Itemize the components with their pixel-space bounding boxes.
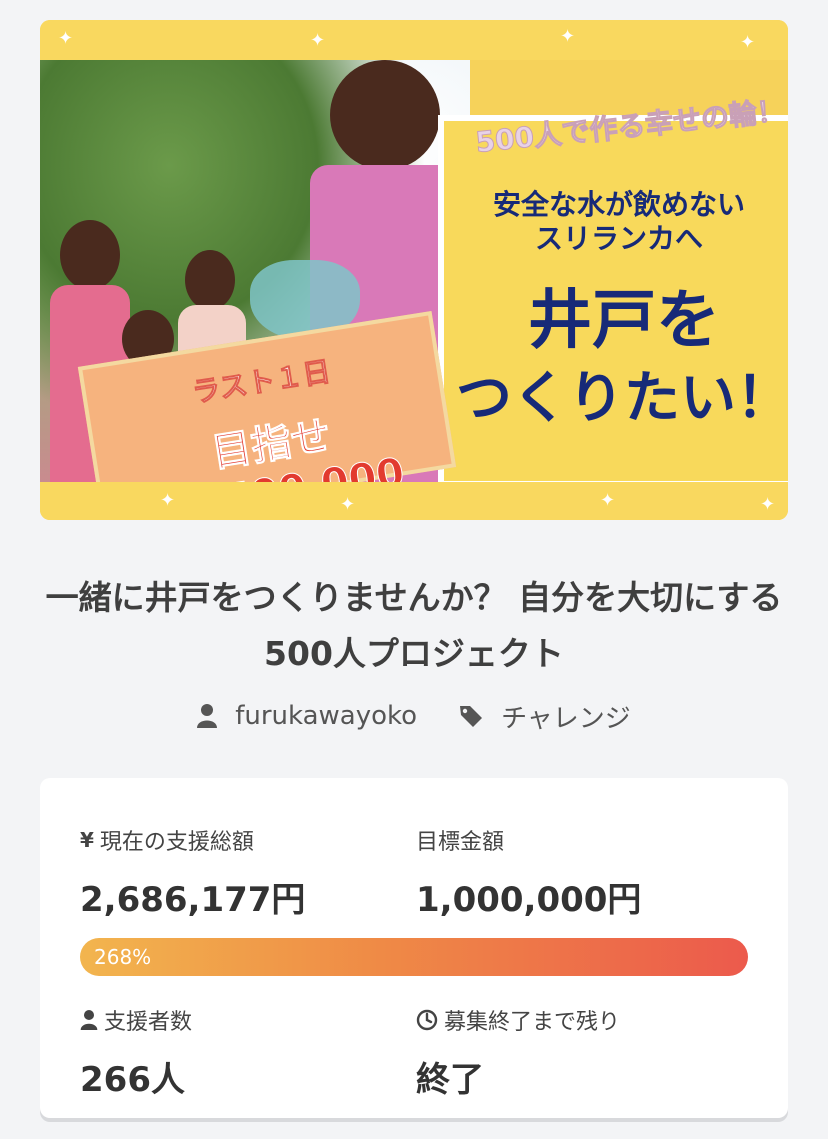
sparkle-icon: ✦ [310,30,326,51]
remaining-time-label: 募集終了まで残り [416,1004,620,1036]
remaining-time-value: 終了 [416,1060,484,1100]
funding-progress-bar: 268% [80,938,748,976]
current-amount-label: ¥ 現在の支援総額 [80,824,254,856]
remaining-time-label-text: 募集終了まで残り [444,1010,621,1035]
current-amount-label-text: 現在の支援総額 [99,830,254,855]
sparkle-icon: ✦ [160,490,176,511]
goal-amount-value: 1,000,000円 [416,880,642,920]
supporters-value: 266人 [80,1060,185,1100]
hero-headline-big: 井戸を つくりたい！ [444,282,788,438]
sparkle-icon: ✦ [760,494,776,515]
supporters-label: 支援者数 [80,1004,192,1036]
hero-headline-big-1: 井戸を [528,284,720,358]
supporters-label-text: 支援者数 [104,1010,193,1035]
hero-top-strip [40,20,788,60]
goal-amount-label-text: 目標金額 [416,830,505,855]
project-hero-image: 500人で作る幸せの輪！ 安全な水が飲めない スリランカへ 井戸を つくりたい！… [40,20,788,520]
yen-icon: ¥ [80,828,94,852]
tag-icon [460,706,483,727]
user-icon [80,1010,98,1030]
current-amount-value: 2,686,177円 [80,880,306,920]
funding-stats-card: ¥ 現在の支援総額 2,686,177円 目標金額 1,000,000円 268… [40,778,788,1118]
user-icon [197,704,218,728]
sparkle-icon: ✦ [560,26,576,47]
category-link[interactable]: チャレンジ [459,698,631,735]
child-figure [60,220,120,290]
sparkle-icon: ✦ [58,28,74,49]
goal-amount-label: 目標金額 [416,824,504,856]
woman-figure [330,60,440,170]
hero-headline-small-text: 安全な水が飲めない スリランカへ [492,188,745,255]
hero-headline-big-2: つくりたい！ [456,366,788,431]
author-link[interactable]: furukawayoko [197,701,417,731]
project-meta: furukawayoko チャレンジ [0,698,828,734]
child-figure [185,250,235,310]
progress-percent-text: 268% [94,945,152,969]
hero-bottom-strip [40,482,788,520]
hero-headline-small: 安全な水が飲めない スリランカへ [444,188,788,256]
clock-icon [416,1009,438,1031]
sparkle-icon: ✦ [340,494,356,515]
sparkle-icon: ✦ [740,32,756,53]
category-name: チャレンジ [501,703,631,734]
sparkle-icon: ✦ [600,490,616,511]
project-title: 一緒に井戸をつくりませんか？ 自分を大切にする500人プロジェクト [45,578,783,673]
author-name: furukawayoko [235,701,418,731]
